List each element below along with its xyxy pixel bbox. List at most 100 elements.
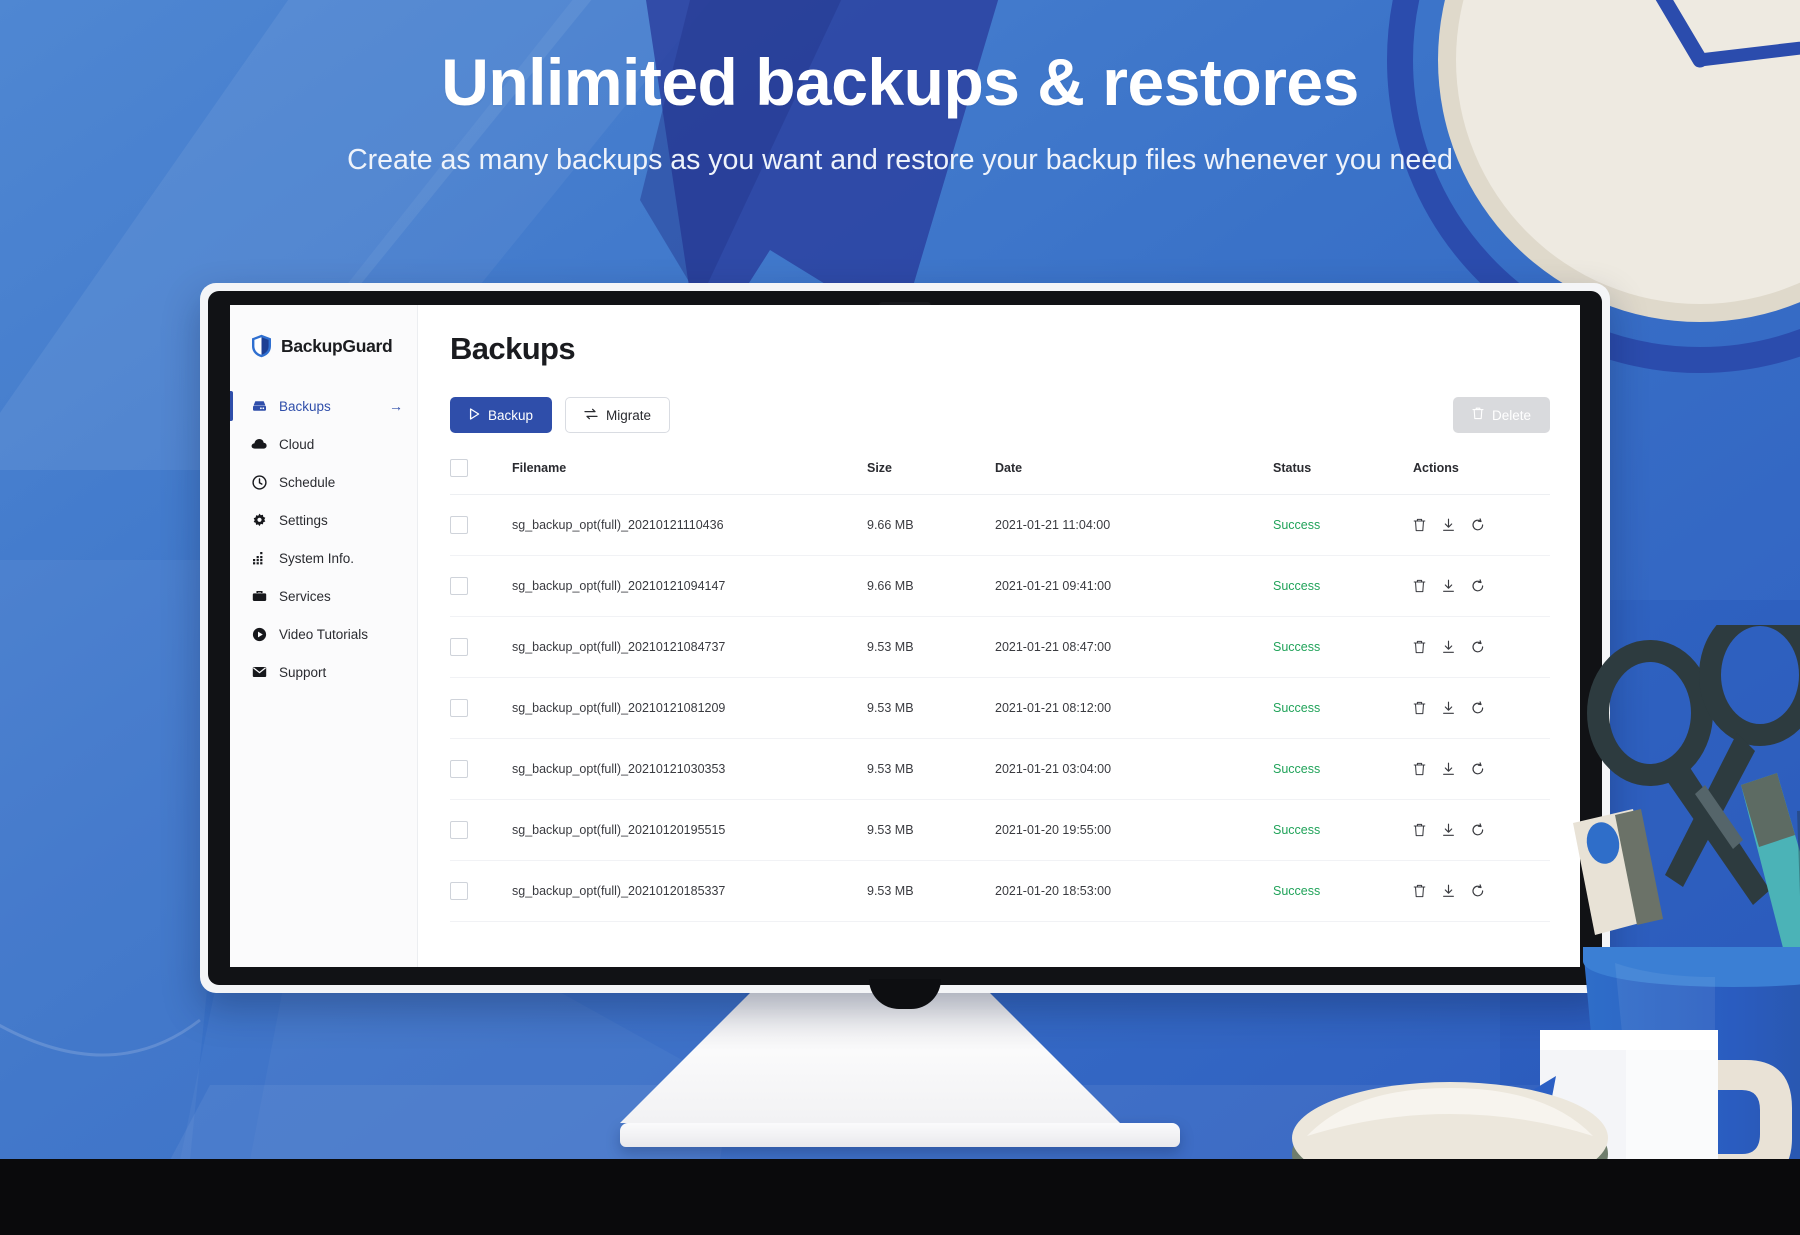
cell-actions — [1413, 860, 1550, 922]
row-actions — [1413, 762, 1550, 776]
row-checkbox[interactable] — [450, 638, 468, 656]
server-icon — [251, 398, 267, 414]
row-actions — [1413, 518, 1550, 532]
row-checkbox[interactable] — [450, 760, 468, 778]
cell-status: Success — [1273, 677, 1413, 739]
status-badge: Success — [1273, 884, 1321, 898]
sidebar-item-label: Support — [279, 664, 327, 680]
cell-size: 9.53 MB — [867, 738, 995, 800]
table-row: sg_backup_opt(full)_20210121081209 9.53 M… — [450, 677, 1550, 739]
cell-filename: sg_backup_opt(full)_20210121030353 — [512, 738, 867, 800]
row-checkbox[interactable] — [450, 699, 468, 717]
download-icon[interactable] — [1442, 640, 1455, 654]
sidebar-item-video-tutorials[interactable]: Video Tutorials — [230, 615, 417, 653]
download-icon[interactable] — [1442, 518, 1455, 532]
subheadline: Create as many backups as you want and r… — [347, 144, 1453, 177]
restore-icon[interactable] — [1471, 579, 1485, 593]
sidebar-item-settings[interactable]: Settings — [230, 501, 417, 539]
cell-size: 9.53 MB — [867, 616, 995, 678]
download-icon[interactable] — [1442, 579, 1455, 593]
restore-icon[interactable] — [1471, 640, 1485, 654]
sidebar-item-support[interactable]: Support — [230, 653, 417, 691]
trash-icon[interactable] — [1413, 884, 1426, 898]
delete-button-label: Delete — [1491, 407, 1531, 423]
restore-icon[interactable] — [1471, 518, 1485, 532]
trash-icon[interactable] — [1413, 640, 1426, 654]
sidebar-item-system-info[interactable]: System Info. — [230, 539, 417, 577]
sidebar-item-label: Video Tutorials — [279, 626, 369, 642]
row-checkbox[interactable] — [450, 882, 468, 900]
table-header-row: Filename Size Date Status Actions — [450, 459, 1550, 495]
cell-size: 9.66 MB — [867, 494, 995, 556]
restore-icon[interactable] — [1471, 884, 1485, 898]
column-status: Status — [1273, 459, 1413, 495]
cell-filename: sg_backup_opt(full)_20210121084737 — [512, 616, 867, 678]
download-icon[interactable] — [1442, 884, 1455, 898]
backups-table: Filename Size Date Status Actions sg_bac… — [450, 459, 1550, 922]
row-select-cell — [450, 738, 512, 800]
download-icon[interactable] — [1442, 762, 1455, 776]
cell-actions — [1413, 677, 1550, 739]
cell-status: Success — [1273, 494, 1413, 556]
sidebar-item-backups[interactable]: Backups → — [230, 387, 417, 425]
sidebar-item-label: Backups — [279, 398, 331, 414]
cell-status: Success — [1273, 860, 1413, 922]
monitor-stand-base — [620, 1123, 1180, 1147]
backup-button[interactable]: Backup — [450, 397, 553, 433]
trash-icon[interactable] — [1413, 823, 1426, 837]
restore-icon[interactable] — [1471, 762, 1485, 776]
row-checkbox[interactable] — [450, 577, 468, 595]
cell-status: Success — [1273, 616, 1413, 678]
row-actions — [1413, 579, 1550, 593]
monitor-stand — [620, 993, 1180, 1147]
sidebar-item-label: Cloud — [279, 436, 315, 452]
column-filename: Filename — [512, 459, 867, 495]
download-icon[interactable] — [1442, 701, 1455, 715]
sidebar-item-services[interactable]: Services — [230, 577, 417, 615]
restore-icon[interactable] — [1471, 823, 1485, 837]
status-badge: Success — [1273, 579, 1321, 593]
row-actions — [1413, 823, 1550, 837]
column-size: Size — [867, 459, 995, 495]
table-body: sg_backup_opt(full)_20210121110436 9.66 M… — [450, 494, 1550, 922]
sidebar: BackupGuard Backups → Cloud Schedule Set… — [230, 305, 418, 967]
cell-status: Success — [1273, 555, 1413, 617]
migrate-button[interactable]: Migrate — [565, 397, 671, 433]
select-all-checkbox[interactable] — [450, 459, 468, 477]
delete-button[interactable]: Delete — [1452, 397, 1550, 433]
cell-size: 9.66 MB — [867, 555, 995, 617]
cell-date: 2021-01-21 03:04:00 — [995, 738, 1273, 800]
cell-date: 2021-01-21 09:41:00 — [995, 555, 1273, 617]
status-badge: Success — [1273, 762, 1321, 776]
banner-header: Unlimited backups & restores Create as m… — [0, 47, 1800, 177]
status-badge: Success — [1273, 701, 1321, 715]
row-select-cell — [450, 494, 512, 556]
cell-filename: sg_backup_opt(full)_20210120185337 — [512, 860, 867, 922]
sidebar-nav: Backups → Cloud Schedule Settings System… — [230, 387, 417, 691]
toolbar: Backup Migrate Delete — [450, 397, 1550, 433]
row-actions — [1413, 640, 1550, 654]
backup-button-label: Backup — [488, 407, 534, 423]
row-checkbox[interactable] — [450, 821, 468, 839]
download-icon[interactable] — [1442, 823, 1455, 837]
row-checkbox[interactable] — [450, 516, 468, 534]
trash-icon[interactable] — [1413, 518, 1426, 532]
briefcase-icon — [251, 588, 267, 604]
cell-status: Success — [1273, 799, 1413, 861]
table-row: sg_backup_opt(full)_20210120195515 9.53 M… — [450, 799, 1550, 861]
row-select-cell — [450, 860, 512, 922]
trash-icon[interactable] — [1413, 701, 1426, 715]
restore-icon[interactable] — [1471, 701, 1485, 715]
row-actions — [1413, 701, 1550, 715]
monitor-stand-neck — [620, 993, 1120, 1123]
table-row: sg_backup_opt(full)_20210120185337 9.53 M… — [450, 860, 1550, 922]
gear-icon — [251, 512, 267, 528]
sidebar-item-schedule[interactable]: Schedule — [230, 463, 417, 501]
trash-icon[interactable] — [1413, 762, 1426, 776]
cell-filename: sg_backup_opt(full)_20210120195515 — [512, 799, 867, 861]
sidebar-item-cloud[interactable]: Cloud — [230, 425, 417, 463]
table-row: sg_backup_opt(full)_20210121094147 9.66 M… — [450, 555, 1550, 617]
column-date: Date — [995, 459, 1273, 495]
monitor: BackupGuard Backups → Cloud Schedule Set… — [200, 283, 1610, 1009]
trash-icon[interactable] — [1413, 579, 1426, 593]
